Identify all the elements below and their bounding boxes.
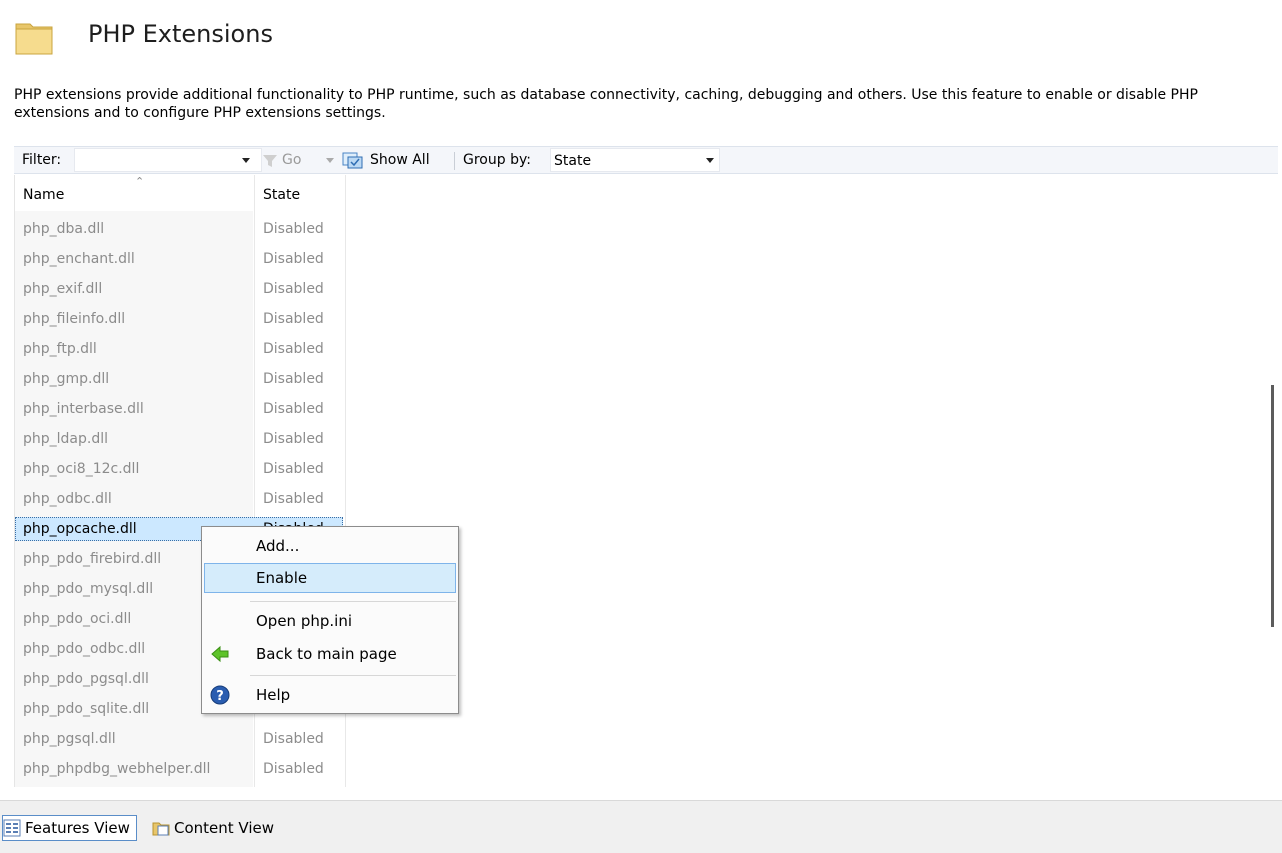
menu-item-help[interactable]: ? Help [204, 680, 456, 710]
features-view-icon [3, 819, 21, 837]
menu-item-add[interactable]: Add... [204, 531, 456, 561]
go-button[interactable]: Go [282, 152, 301, 168]
table-row[interactable]: php_pgsql.dll Disabled [15, 725, 345, 755]
page-title: PHP Extensions [88, 20, 273, 48]
tab-content-view[interactable]: Content View [152, 815, 274, 841]
table-row[interactable]: php_gmp.dll Disabled [15, 365, 345, 395]
scrollbar-thumb[interactable] [1271, 385, 1274, 627]
row-name: php_pdo_firebird.dll [23, 551, 162, 567]
menu-item-back-to-main[interactable]: Back to main page [204, 639, 456, 669]
row-state: Disabled [263, 731, 324, 747]
svg-text:?: ? [216, 689, 224, 704]
table-row[interactable]: php_enchant.dll Disabled [15, 245, 345, 275]
tab-features-view[interactable]: Features View [2, 815, 137, 841]
back-arrow-icon [211, 645, 229, 663]
table-row[interactable]: php_odbc.dll Disabled [15, 485, 345, 515]
row-name: php_pdo_mysql.dll [23, 581, 154, 597]
group-by-select[interactable]: State [550, 148, 720, 172]
view-switcher-bar: Features View Content View [0, 800, 1282, 853]
row-state: Disabled [263, 281, 324, 297]
show-all-icon [342, 152, 363, 169]
row-state: Disabled [263, 401, 324, 417]
row-state: Disabled [263, 431, 324, 447]
row-state: Disabled [263, 221, 324, 237]
row-state: Disabled [263, 491, 324, 507]
row-state: Disabled [263, 311, 324, 327]
row-state: Disabled [263, 461, 324, 477]
page-header [14, 18, 54, 58]
row-state: Disabled [263, 371, 324, 387]
table-row[interactable]: php_dba.dll Disabled [15, 215, 345, 245]
filter-dropdown-icon[interactable] [242, 158, 250, 163]
row-name: php_pgsql.dll [23, 731, 116, 747]
row-name: php_opcache.dll [23, 521, 137, 537]
table-row[interactable]: php_ftp.dll Disabled [15, 335, 345, 365]
column-header-name[interactable]: Name [15, 175, 253, 211]
row-name: php_enchant.dll [23, 251, 135, 267]
show-all-button[interactable]: Show All [370, 152, 430, 168]
column-header-state[interactable]: State [255, 175, 345, 211]
row-name: php_pdo_sqlite.dll [23, 701, 150, 717]
row-name: php_pdo_odbc.dll [23, 641, 146, 657]
row-name: php_odbc.dll [23, 491, 112, 507]
filter-label: Filter: [22, 152, 62, 168]
filter-input[interactable] [74, 148, 262, 172]
page-description: PHP extensions provide additional functi… [14, 87, 1198, 121]
content-view-icon [152, 822, 170, 836]
filter-toolbar: Filter: Go Show All Group by: State [14, 146, 1278, 174]
funnel-icon [263, 155, 277, 167]
row-state: Disabled [263, 251, 324, 267]
row-name: php_exif.dll [23, 281, 103, 297]
context-menu: Add... Enable Open php.ini Back to main … [201, 526, 459, 714]
menu-item-enable[interactable]: Enable [204, 563, 456, 593]
vertical-scrollbar[interactable] [1261, 175, 1278, 787]
row-name: php_pdo_pgsql.dll [23, 671, 149, 687]
table-row[interactable]: php_exif.dll Disabled [15, 275, 345, 305]
table-row[interactable]: php_fileinfo.dll Disabled [15, 305, 345, 335]
group-by-dropdown-icon[interactable] [706, 158, 714, 163]
row-name: php_ftp.dll [23, 341, 97, 357]
row-name: php_dba.dll [23, 221, 105, 237]
go-dropdown-icon[interactable] [326, 158, 334, 163]
table-row[interactable]: php_ldap.dll Disabled [15, 425, 345, 455]
row-name: php_gmp.dll [23, 371, 110, 387]
row-name: php_fileinfo.dll [23, 311, 126, 327]
row-name: php_phpdbg_webhelper.dll [23, 761, 211, 777]
table-row[interactable]: php_phpdbg_webhelper.dll Disabled [15, 755, 345, 785]
row-name: php_oci8_12c.dll [23, 461, 140, 477]
group-by-label: Group by: [463, 152, 531, 168]
folder-icon [15, 23, 53, 55]
table-row[interactable]: php_oci8_12c.dll Disabled [15, 455, 345, 485]
row-name: php_pdo_oci.dll [23, 611, 132, 627]
row-name: php_interbase.dll [23, 401, 144, 417]
table-row[interactable]: php_interbase.dll Disabled [15, 395, 345, 425]
menu-item-open-php-ini[interactable]: Open php.ini [204, 606, 456, 636]
row-name: php_ldap.dll [23, 431, 109, 447]
row-state: Disabled [263, 341, 324, 357]
help-icon: ? [210, 685, 230, 705]
row-state: Disabled [263, 761, 324, 777]
